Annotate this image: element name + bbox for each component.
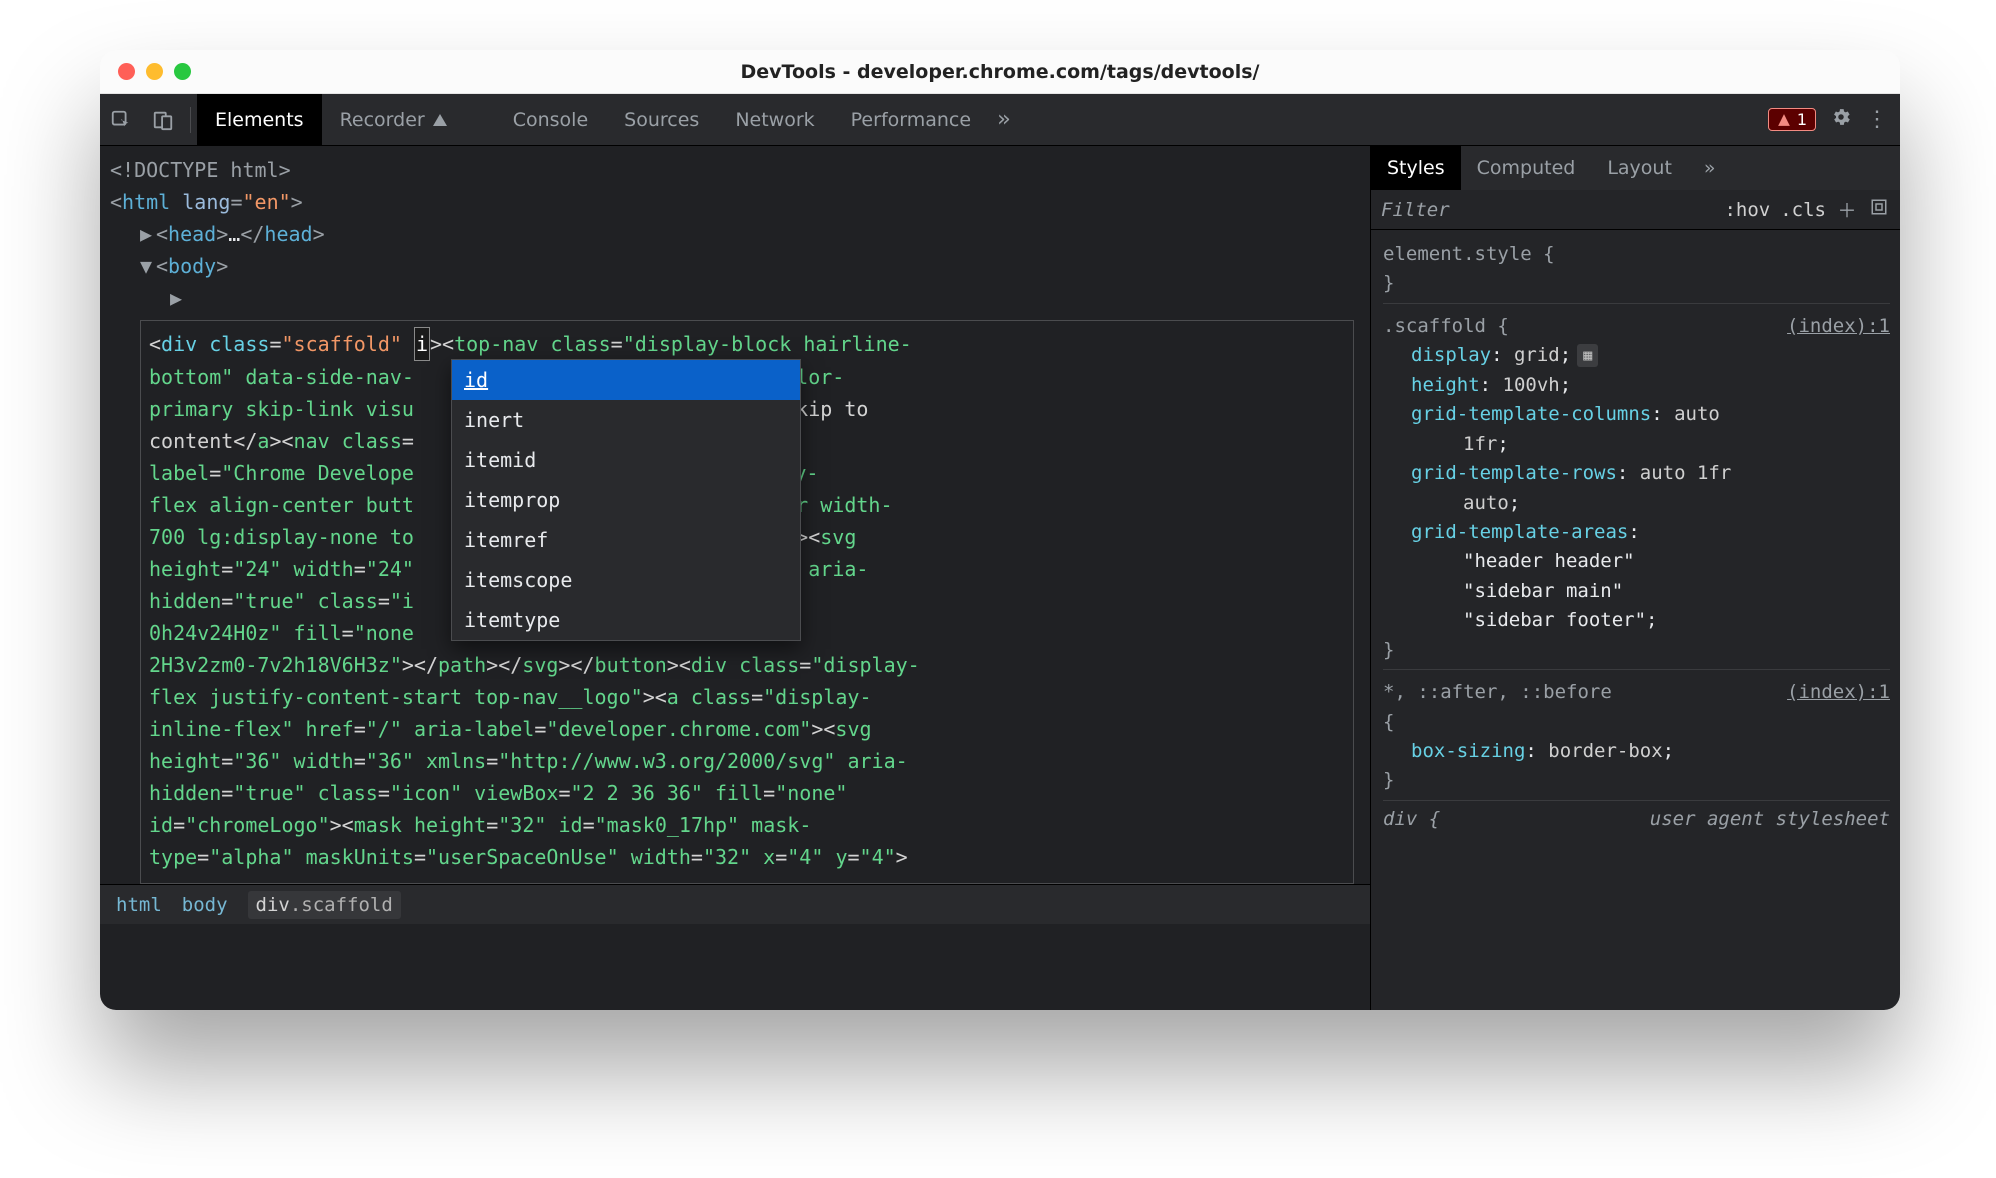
grid-badge-icon[interactable]: ▦	[1577, 344, 1598, 367]
breadcrumb-html[interactable]: html	[116, 894, 162, 916]
rule-close-brace: }	[1383, 269, 1890, 298]
tab-recorder[interactable]: Recorder	[322, 94, 465, 145]
rule-close-brace: }	[1383, 636, 1890, 665]
rule-close-brace: }	[1383, 766, 1890, 795]
tab-performance[interactable]: Performance	[833, 94, 989, 145]
styles-tab-styles[interactable]: Styles	[1371, 146, 1461, 190]
autocomplete-item-itemref[interactable]: itemref	[452, 520, 800, 560]
dom-doctype[interactable]: <!DOCTYPE html>	[110, 154, 1370, 186]
css-prop[interactable]: grid-template-areas:	[1383, 518, 1890, 547]
more-options-icon[interactable]: ⋮	[1866, 107, 1886, 132]
autocomplete-item-itemtype[interactable]: itemtype	[452, 600, 800, 640]
new-style-rule-icon[interactable]: ＋	[1836, 196, 1858, 223]
styles-filter-bar: Filter :hov .cls ＋	[1371, 190, 1900, 230]
styles-rules-list[interactable]: element.style { } .scaffold { (index):1 …	[1371, 230, 1900, 1010]
styles-filter-input[interactable]: Filter	[1381, 199, 1714, 221]
rule-user-agent[interactable]: div { user agent stylesheet	[1383, 805, 1890, 834]
close-window-button[interactable]	[118, 63, 135, 80]
autocomplete-item-id[interactable]: id	[452, 360, 800, 400]
window-title: DevTools - developer.chrome.com/tags/dev…	[100, 61, 1900, 83]
styles-panel: Styles Computed Layout » Filter :hov .cl…	[1370, 146, 1900, 1010]
autocomplete-item-itemprop[interactable]: itemprop	[452, 480, 800, 520]
autocomplete-item-itemid[interactable]: itemid	[452, 440, 800, 480]
rule-selector: *, ::after, ::before	[1383, 678, 1612, 707]
cls-toggle[interactable]: .cls	[1780, 199, 1826, 221]
hov-toggle[interactable]: :hov	[1724, 199, 1770, 221]
inspect-element-icon[interactable]	[100, 109, 142, 131]
rule-scaffold[interactable]: .scaffold { (index):1 display: grid;▦ he…	[1383, 308, 1890, 670]
toolbar-separator	[190, 107, 191, 133]
dom-selected-node[interactable]: id inert itemid itemprop itemref itemsco…	[140, 320, 1354, 884]
styles-tabs-overflow-icon[interactable]: »	[1688, 146, 1732, 190]
styles-tabs: Styles Computed Layout »	[1371, 146, 1900, 190]
styles-tab-layout[interactable]: Layout	[1591, 146, 1688, 190]
ua-label: user agent stylesheet	[1650, 805, 1890, 834]
error-count: 1	[1797, 110, 1807, 129]
css-prop-cont: auto;	[1383, 489, 1890, 518]
error-badge[interactable]: 1	[1768, 108, 1816, 131]
device-toolbar-icon[interactable]	[142, 109, 184, 131]
elements-panel: <!DOCTYPE html> <html lang="en"> ▶<head>…	[100, 146, 1370, 1010]
minimize-window-button[interactable]	[146, 63, 163, 80]
css-prop[interactable]: grid-template-columns: auto	[1383, 400, 1890, 429]
computed-box-icon[interactable]	[1868, 198, 1890, 221]
traffic-lights	[118, 63, 191, 80]
tabs-overflow-icon[interactable]: »	[997, 107, 1010, 132]
rule-source-link[interactable]: (index):1	[1787, 678, 1890, 707]
css-prop-area: "header header"	[1383, 547, 1890, 576]
dom-body-child-toggle[interactable]: ▶	[110, 282, 1370, 314]
css-prop[interactable]: box-sizing: border-box;	[1383, 737, 1890, 766]
autocomplete-item-inert[interactable]: inert	[452, 400, 800, 440]
rule-element-style[interactable]: element.style { }	[1383, 236, 1890, 304]
tab-elements[interactable]: Elements	[197, 94, 322, 145]
mac-titlebar: DevTools - developer.chrome.com/tags/dev…	[100, 50, 1900, 94]
dom-breadcrumb: html body div.scaffold	[100, 884, 1370, 924]
rule-source-link[interactable]: (index):1	[1787, 312, 1890, 341]
css-prop-area: "sidebar footer";	[1383, 606, 1890, 635]
devtools-toolbar: Elements Recorder Console Sources Networ…	[100, 94, 1900, 146]
breadcrumb-body[interactable]: body	[182, 894, 228, 916]
tab-console[interactable]: Console	[495, 94, 606, 145]
dom-tree[interactable]: <!DOCTYPE html> <html lang="en"> ▶<head>…	[100, 146, 1370, 884]
dom-html[interactable]: <html lang="en">	[110, 186, 1370, 218]
css-prop[interactable]: height: 100vh;	[1383, 371, 1890, 400]
tab-network[interactable]: Network	[717, 94, 832, 145]
breadcrumb-div-scaffold[interactable]: div.scaffold	[248, 891, 401, 919]
css-prop-area: "sidebar main"	[1383, 577, 1890, 606]
devtools-window: DevTools - developer.chrome.com/tags/dev…	[100, 50, 1900, 1010]
autocomplete-item-itemscope[interactable]: itemscope	[452, 560, 800, 600]
dom-head[interactable]: ▶<head>…</head>	[110, 218, 1370, 250]
rule-selector: element.style {	[1383, 240, 1890, 269]
css-prop[interactable]: grid-template-rows: auto 1fr	[1383, 459, 1890, 488]
rule-selector: .scaffold {	[1383, 312, 1509, 341]
tab-sources[interactable]: Sources	[606, 94, 717, 145]
zoom-window-button[interactable]	[174, 63, 191, 80]
rule-open-brace: {	[1383, 708, 1890, 737]
attribute-autocomplete-popup: id inert itemid itemprop itemref itemsco…	[451, 359, 801, 641]
rule-universal[interactable]: *, ::after, ::before (index):1 { box-siz…	[1383, 674, 1890, 801]
css-prop[interactable]: display: grid;▦	[1383, 341, 1890, 370]
panels-split: <!DOCTYPE html> <html lang="en"> ▶<head>…	[100, 146, 1900, 1010]
settings-gear-icon[interactable]	[1830, 106, 1852, 134]
css-prop-cont: 1fr;	[1383, 430, 1890, 459]
attribute-edit-input[interactable]: i	[414, 327, 430, 361]
styles-tab-computed[interactable]: Computed	[1461, 146, 1592, 190]
dom-body[interactable]: ▼<body>	[110, 250, 1370, 282]
rule-selector: div {	[1383, 805, 1440, 834]
